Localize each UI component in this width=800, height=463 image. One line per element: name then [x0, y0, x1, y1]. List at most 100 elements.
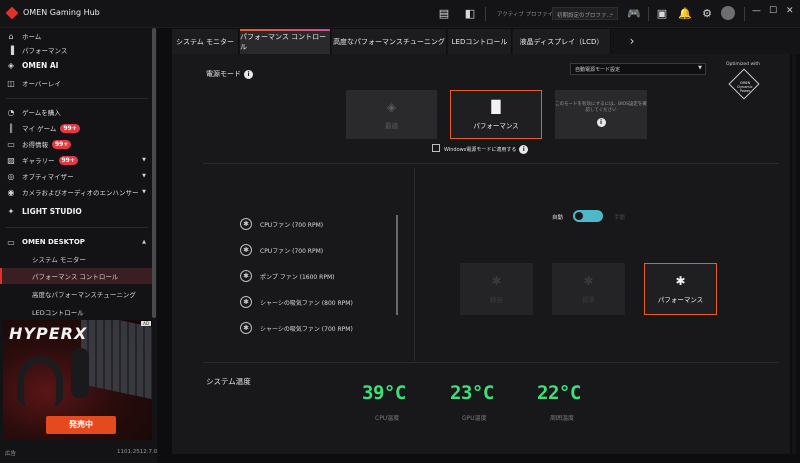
cpu-temp-label: CPU温度	[375, 415, 400, 422]
divider	[485, 7, 486, 21]
gpu-temp-label: GPU温度	[462, 415, 487, 422]
fan-card-standard: ✱ 標準	[552, 263, 625, 315]
ambient-temp-value: 22°C	[537, 382, 581, 404]
sidebar-item-buy-games[interactable]: ◔ ゲームを購入	[0, 104, 152, 120]
tab-advanced-tuning[interactable]: 高度なパフォーマンスチューニング	[332, 29, 447, 54]
sidebar-item-label: ギャラリー	[22, 157, 55, 165]
desktop-icon: ▭	[7, 237, 15, 247]
sidebar-item-label: パフォーマンス	[22, 47, 68, 55]
avatar[interactable]	[721, 6, 735, 20]
info-icon[interactable]: i	[596, 118, 606, 127]
divider	[203, 163, 779, 164]
fan-icon: ✱	[240, 218, 252, 230]
active-profile-select[interactable]: 初期設定のプロファ... ⌄	[552, 7, 618, 20]
sidebar-item-gallery[interactable]: ▨ ギャラリー 99+ ▼	[0, 152, 152, 168]
divider	[414, 168, 415, 361]
sidebar-item-label: お得情報	[22, 141, 48, 149]
sidebar-item-label: OMEN AI	[22, 60, 59, 70]
sidebar-item-my-games[interactable]: ║ マイ ゲーム 99+	[0, 120, 152, 136]
sidebar-item-label: オプティマイザー	[22, 173, 74, 181]
sidebar-item-omen-desktop[interactable]: ▭ OMEN DESKTOP ▲	[0, 234, 152, 250]
fan-row: ✱ ポンプ ファン (1600 RPM)	[240, 270, 334, 282]
optimized-with-label: Optimized with	[726, 62, 761, 67]
sidebar-scrollbar[interactable]	[152, 28, 156, 318]
library-icon: ║	[8, 123, 14, 133]
camera-audio-icon: ◉	[7, 187, 15, 197]
fan-label: シャーシの吸気ファン (700 RPM)	[260, 325, 353, 333]
sidebar-item-deals[interactable]: ▭ お得情報 99+	[0, 136, 152, 152]
sidebar-item-performance[interactable]: ▐ パフォーマンス	[0, 42, 152, 58]
library-icon[interactable]: ▤	[436, 6, 452, 22]
ticket-icon: ▭	[7, 139, 15, 149]
performance-bars-icon: ▐▌	[486, 99, 506, 114]
sidebar-sub-led-control[interactable]: LEDコントロール	[0, 304, 152, 320]
count-badge: 99+	[60, 123, 80, 133]
fan-row: ✱ シャーシの吸気ファン (800 RPM)	[240, 296, 353, 308]
fan-row: ✱ シャーシの吸気ファン (700 RPM)	[240, 322, 353, 334]
tab-lcd[interactable]: 液晶ディスプレイ（LCD）	[513, 29, 611, 54]
sidebar-item-label: カメラおよびオーディオのエンハンサー	[22, 189, 139, 197]
close-icon[interactable]: ✕	[786, 6, 794, 16]
fan-manual-label: 手動	[614, 215, 626, 221]
home-icon: ⌂	[8, 31, 14, 41]
tab-performance-control[interactable]: パフォーマンス コントロール	[240, 29, 331, 54]
omen-cube-icon[interactable]: ◧	[462, 6, 478, 22]
card-label: 最適	[385, 121, 398, 130]
divider	[6, 98, 148, 99]
info-icon[interactable]: i	[519, 145, 529, 154]
fan-list-scrollbar[interactable]	[396, 215, 398, 315]
fan-row: ✱ CPUファン (700 RPM)	[240, 244, 323, 256]
power-mode-label: 電源モード i	[206, 69, 253, 79]
windows-power-mode-checkbox[interactable]	[432, 144, 440, 152]
sidebar-item-overlay[interactable]: ◫ オーバーレイ	[0, 75, 152, 91]
fan-label: シャーシの吸気ファン (800 RPM)	[260, 299, 353, 307]
fan-icon: ✱	[491, 274, 502, 288]
power-mode-select[interactable]: 自動電源モード設定 ▼	[570, 63, 706, 75]
tab-led-control[interactable]: LEDコントロール	[448, 29, 512, 54]
power-card-optimal[interactable]: ◈ 最適	[346, 90, 437, 139]
performance-icon: ▐	[7, 45, 15, 55]
overlay-icon: ◫	[7, 78, 15, 88]
tab-system-monitor[interactable]: システム モニター	[172, 29, 239, 54]
ad-tag: AD	[141, 321, 151, 326]
bios-note: このモードを有効にするには、BIOS設定を確認してください	[555, 102, 647, 113]
sidebar-sub-advanced-tuning[interactable]: 高度なパフォーマンスチューニング	[0, 286, 152, 302]
fan-mode-toggle[interactable]	[573, 210, 603, 222]
sidebar-item-label: ゲームを購入	[22, 109, 61, 117]
fan-card-quiet: ✱ 静音	[460, 263, 533, 315]
chevron-right-icon[interactable]: ›	[622, 29, 642, 54]
minimize-icon[interactable]: —	[752, 6, 761, 16]
count-badge: 99+	[52, 139, 72, 149]
sidebar-item-light-studio[interactable]: ✦ LIGHT STUDIO	[0, 203, 152, 219]
info-icon[interactable]: i	[244, 69, 253, 79]
sidebar-sub-performance-control[interactable]: パフォーマンス コントロール	[0, 268, 152, 284]
divider	[648, 7, 649, 21]
maximize-icon[interactable]: ☐	[769, 6, 777, 16]
fan-label: CPUファン (700 RPM)	[260, 247, 324, 255]
ad-cta-button[interactable]: 発売中	[46, 416, 116, 434]
sidebar-sub-system-monitor[interactable]: システム モニター	[0, 251, 152, 267]
card-label: パフォーマンス	[473, 121, 519, 130]
advertisement-banner[interactable]: HYPERX AD 発売中	[3, 320, 152, 440]
windows-power-mode-label: Windows電源モードに適用する i	[444, 145, 529, 154]
sidebar-item-camera-audio[interactable]: ◉ カメラおよびオーディオのエンハンサー ▼	[0, 184, 152, 200]
divider	[203, 362, 779, 363]
main-scrollbar[interactable]	[792, 54, 796, 454]
fan-label: ポンプ ファン (1600 RPM)	[260, 273, 335, 281]
fan-icon: ✱	[240, 270, 252, 282]
bell-icon[interactable]: 🔔	[677, 6, 693, 22]
monitor-user-icon[interactable]: ▣	[654, 6, 670, 22]
fan-card-performance[interactable]: ✱ パフォーマンス	[644, 263, 717, 315]
controller-icon[interactable]: 🎮	[626, 6, 642, 22]
power-card-performance[interactable]: ▐▌ パフォーマンス	[450, 90, 542, 139]
power-card-bios: このモードを有効にするには、BIOS設定を確認してください i	[555, 90, 647, 139]
sidebar-item-optimizer[interactable]: ◎ オプティマイザー ▼	[0, 168, 152, 184]
gear-icon[interactable]: ⚙	[699, 6, 715, 22]
title-bar: OMEN Gaming Hub ▤ ◧ アクティブ プロファイル 初期設定のプロ…	[0, 0, 800, 28]
fan-icon: ✱	[583, 274, 594, 288]
caret-down-icon: ▼	[142, 157, 146, 163]
toggle-knob	[575, 212, 583, 220]
ad-label: 広告	[5, 451, 17, 457]
sidebar-item-omen-ai[interactable]: ◈ OMEN AI	[0, 57, 152, 73]
gpu-temp-value: 23°C	[450, 382, 494, 404]
